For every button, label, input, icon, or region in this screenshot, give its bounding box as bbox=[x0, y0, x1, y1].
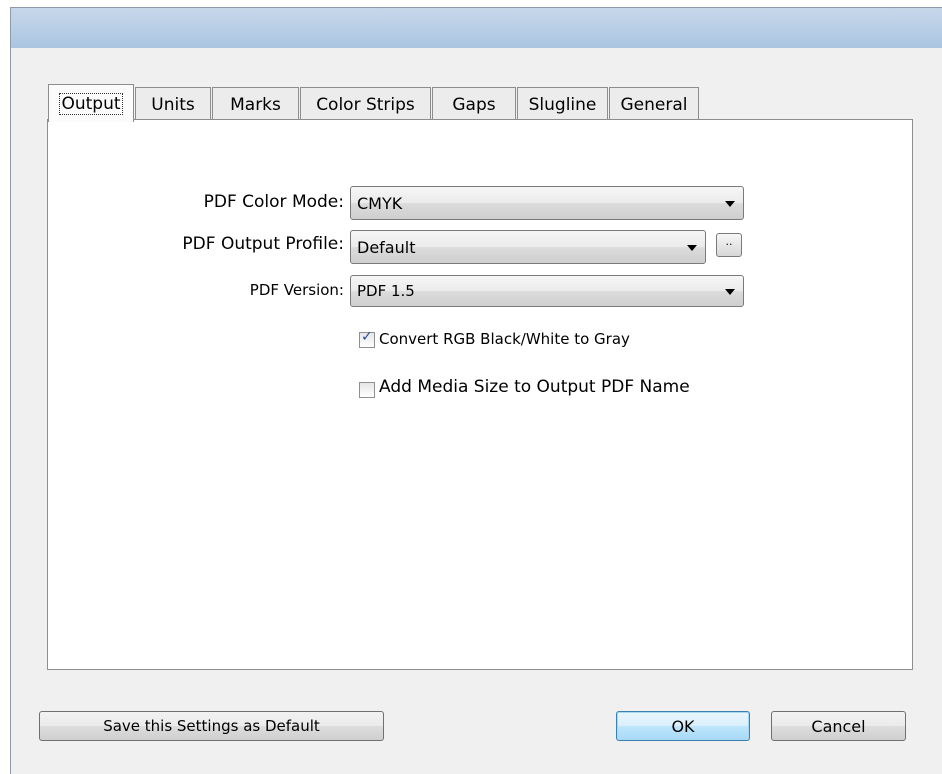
tab-gaps[interactable]: Gaps bbox=[432, 87, 516, 121]
convert-gray-label: Convert RGB Black/White to Gray bbox=[379, 330, 630, 348]
tab-color-strips-label: Color Strips bbox=[316, 94, 415, 115]
tab-gaps-label: Gaps bbox=[452, 94, 496, 115]
version-label: PDF Version: bbox=[249, 281, 344, 299]
output-profile-select[interactable]: Default bbox=[350, 230, 706, 264]
output-profile-label-box: PDF Output Profile: bbox=[48, 229, 344, 263]
chevron-down-icon bbox=[725, 289, 735, 295]
version-label-box: PDF Version: bbox=[48, 274, 344, 308]
output-tab-panel: PDF Color Mode: CMYK PDF Output Profile:… bbox=[47, 119, 913, 670]
ok-label: OK bbox=[671, 716, 695, 736]
cancel-button[interactable]: Cancel bbox=[771, 711, 906, 741]
tab-slugline-label: Slugline bbox=[528, 94, 597, 115]
color-mode-select[interactable]: CMYK bbox=[350, 186, 744, 220]
ok-button[interactable]: OK bbox=[616, 711, 750, 741]
output-profile-value: Default bbox=[357, 238, 416, 257]
tab-slugline[interactable]: Slugline bbox=[517, 87, 608, 121]
tab-units[interactable]: Units bbox=[135, 87, 211, 121]
cancel-label: Cancel bbox=[811, 716, 866, 736]
tab-units-label: Units bbox=[151, 94, 195, 115]
tab-color-strips[interactable]: Color Strips bbox=[300, 87, 431, 121]
tab-marks-label: Marks bbox=[230, 94, 281, 115]
title-bar[interactable] bbox=[11, 8, 942, 48]
save-default-label: Save this Settings as Default bbox=[103, 717, 320, 735]
convert-gray-checkbox[interactable]: ✓ bbox=[359, 329, 375, 348]
dialog-window: Output Units Marks Color Strips Gaps Slu… bbox=[10, 7, 942, 774]
color-mode-value: CMYK bbox=[357, 194, 403, 213]
tab-output[interactable]: Output bbox=[48, 84, 134, 122]
browse-profile-button[interactable]: .. bbox=[716, 233, 742, 257]
save-default-button[interactable]: Save this Settings as Default bbox=[39, 711, 384, 741]
add-media-size-checkbox[interactable] bbox=[359, 382, 375, 398]
browse-profile-label: .. bbox=[725, 235, 733, 248]
version-value: PDF 1.5 bbox=[357, 282, 415, 300]
color-mode-label: PDF Color Mode: bbox=[203, 192, 344, 212]
color-mode-label-box: PDF Color Mode: bbox=[48, 186, 344, 220]
tab-marks[interactable]: Marks bbox=[212, 87, 299, 121]
version-select[interactable]: PDF 1.5 bbox=[350, 275, 744, 307]
checkmark-icon: ✓ bbox=[361, 329, 373, 345]
output-profile-label: PDF Output Profile: bbox=[182, 234, 344, 254]
tab-general-label: General bbox=[620, 94, 688, 115]
tab-output-label: Output bbox=[59, 92, 123, 115]
tab-general[interactable]: General bbox=[609, 87, 699, 121]
chevron-down-icon bbox=[687, 245, 697, 251]
add-media-size-label: Add Media Size to Output PDF Name bbox=[379, 377, 690, 397]
chevron-down-icon bbox=[725, 201, 735, 207]
